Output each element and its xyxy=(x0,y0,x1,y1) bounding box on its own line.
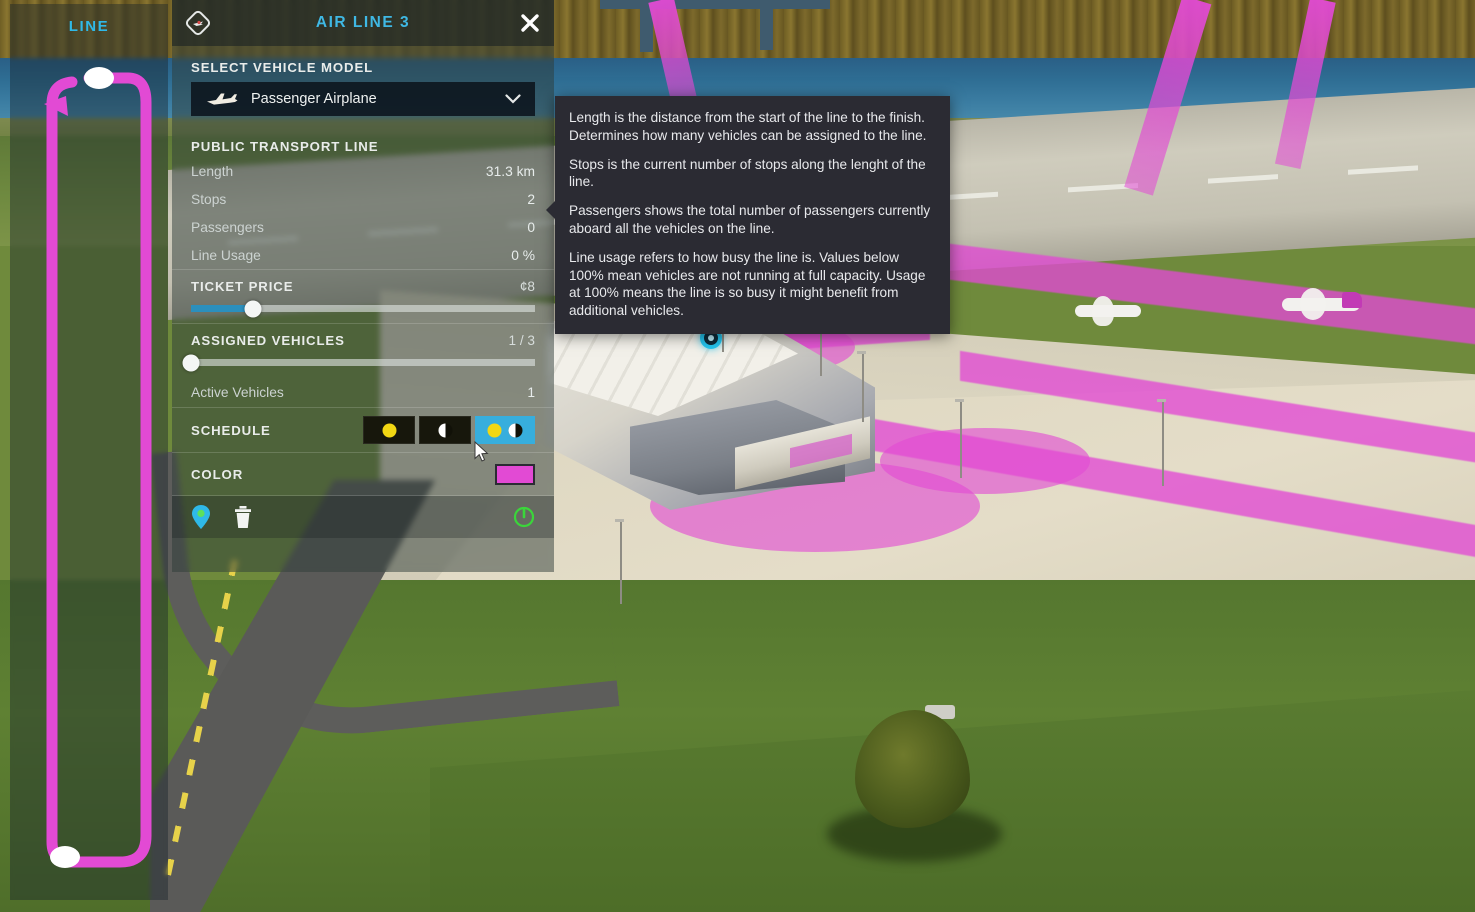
public-transport-line-label: PUBLIC TRANSPORT LINE xyxy=(191,139,379,154)
line-details-panel[interactable]: AIR LINE 3 SELECT VEHICLE MODEL Passenge… xyxy=(172,0,554,572)
stat-value: 0 xyxy=(527,219,535,235)
aircraft-wing xyxy=(1092,296,1114,326)
line-stop-dot xyxy=(50,846,80,868)
schedule-section: SCHEDULE xyxy=(172,408,554,452)
stats-tooltip: Length is the distance from the start of… xyxy=(546,96,950,334)
aircraft-wing xyxy=(1300,288,1326,320)
ticket-price-slider[interactable] xyxy=(191,300,535,317)
ticket-price-value: ¢8 xyxy=(519,279,535,294)
stat-key: Length xyxy=(191,163,234,179)
line-stop-dot xyxy=(84,67,114,89)
vehicle-model-dropdown[interactable]: Passenger Airplane xyxy=(191,82,535,116)
game-screen: LINE AIR LINE 3 SELECT VEHICLE MODEL Pas… xyxy=(0,0,1475,912)
assigned-vehicles-label: ASSIGNED VEHICLES xyxy=(191,333,345,348)
panel-header: AIR LINE 3 xyxy=(172,0,554,46)
airplane-icon xyxy=(205,91,239,107)
stats-list: Length 31.3 km Stops 2 Passengers 0 Line… xyxy=(172,157,554,269)
line-route-diagram[interactable] xyxy=(10,4,168,900)
stat-row-stops[interactable]: Stops 2 xyxy=(172,185,554,213)
ticket-price-label: TICKET PRICE xyxy=(191,279,294,294)
active-vehicles-row: Active Vehicles 1 xyxy=(172,377,554,407)
public-transport-line-section: PUBLIC TRANSPORT LINE xyxy=(172,130,554,157)
stat-key: Stops xyxy=(191,191,227,207)
schedule-option-night[interactable] xyxy=(419,416,471,444)
tooltip-caret xyxy=(546,200,556,220)
sun-icon xyxy=(382,423,396,437)
aircraft-tail xyxy=(1342,292,1362,308)
tooltip-paragraph-passengers: Passengers shows the total number of pas… xyxy=(569,203,931,236)
schedule-option-day[interactable] xyxy=(363,416,415,444)
route-stop-area xyxy=(880,428,1090,494)
tooltip-paragraph-line-usage: Line usage refers to how busy the line i… xyxy=(569,249,926,319)
moon-icon xyxy=(508,423,523,437)
active-vehicles-label: Active Vehicles xyxy=(191,384,284,400)
stat-row-length[interactable]: Length 31.3 km xyxy=(172,157,554,185)
close-icon[interactable] xyxy=(518,11,542,35)
select-vehicle-model-section: SELECT VEHICLE MODEL xyxy=(172,46,554,82)
power-icon[interactable] xyxy=(513,506,535,528)
vehicle-model-value: Passenger Airplane xyxy=(251,91,377,107)
map-pin-icon[interactable] xyxy=(191,504,211,530)
schedule-label: SCHEDULE xyxy=(191,422,271,438)
stat-row-line-usage[interactable]: Line Usage 0 % xyxy=(172,241,554,269)
stat-key: Passengers xyxy=(191,219,264,235)
assigned-vehicles-value: 1 / 3 xyxy=(508,333,535,348)
air-line-diamond-icon xyxy=(184,9,212,37)
ticket-price-section: TICKET PRICE ¢8 xyxy=(172,270,554,323)
trash-icon[interactable] xyxy=(233,505,253,529)
stat-row-passengers[interactable]: Passengers 0 xyxy=(172,213,554,241)
tooltip-paragraph-stops: Stops is the current number of stops alo… xyxy=(569,156,926,190)
schedule-options xyxy=(363,416,535,444)
tree xyxy=(827,710,1002,862)
page-title: AIR LINE 3 xyxy=(315,14,411,31)
ticket-price-slider-handle[interactable] xyxy=(244,300,262,317)
chevron-down-icon xyxy=(505,91,521,107)
moon-icon xyxy=(438,423,452,437)
color-label: COLOR xyxy=(191,466,244,482)
stat-value: 2 xyxy=(527,191,535,207)
panel-action-bar xyxy=(172,496,554,538)
sun-icon xyxy=(487,423,502,437)
assigned-vehicles-section: ASSIGNED VEHICLES 1 / 3 xyxy=(172,324,554,377)
assigned-vehicles-slider-handle[interactable] xyxy=(182,354,200,371)
assigned-vehicles-slider[interactable] xyxy=(182,354,535,371)
tooltip-paragraph-length: Length is the distance from the start of… xyxy=(569,110,927,143)
line-overview-panel: LINE xyxy=(10,4,168,900)
schedule-option-day-and-night[interactable] xyxy=(475,416,535,444)
mouse-cursor xyxy=(474,440,490,468)
color-section: COLOR xyxy=(172,453,554,495)
stat-value: 0 % xyxy=(511,247,535,263)
line-color-swatch[interactable] xyxy=(495,463,535,485)
stat-value: 31.3 km xyxy=(485,163,535,179)
active-vehicles-value: 1 xyxy=(527,384,535,400)
stat-key: Line Usage xyxy=(191,247,261,263)
bridge-deck xyxy=(600,0,830,9)
select-vehicle-model-label: SELECT VEHICLE MODEL xyxy=(191,60,374,75)
